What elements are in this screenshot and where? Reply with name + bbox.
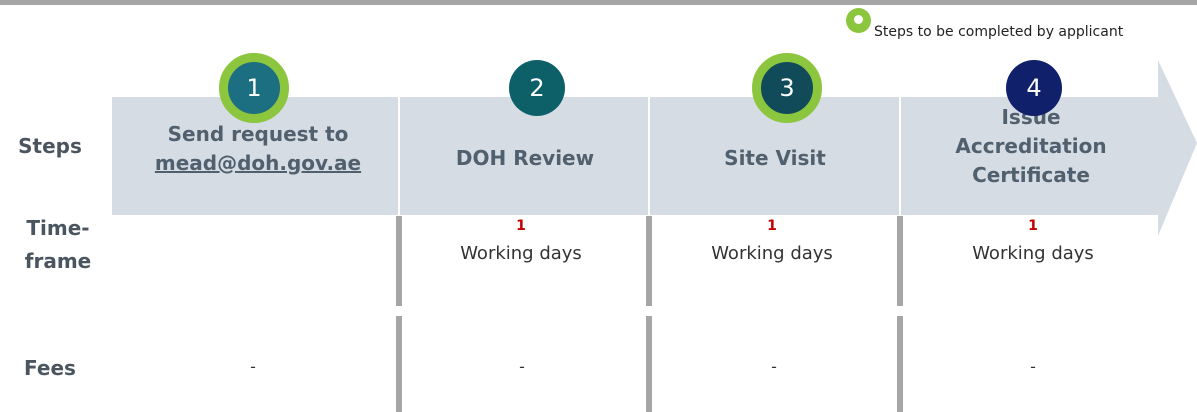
step-4-timeframe-unit: Working days	[972, 243, 1094, 264]
row-label-fees: Fees	[24, 356, 76, 380]
step-1-title: Send request to mead@doh.gov.ae	[140, 120, 376, 178]
step-separator	[899, 97, 901, 215]
timeframe-divider	[897, 216, 903, 306]
step-4-timeframe-value: 1	[1028, 218, 1038, 234]
step-1-fee: -	[250, 357, 256, 376]
row-label-steps: Steps	[18, 134, 82, 158]
step-2-fee: -	[519, 357, 525, 376]
step-1-email-link[interactable]: mead@doh.gov.ae	[140, 149, 376, 178]
step-4-badge: 4	[1006, 60, 1062, 116]
step-3-timeframe-value: 1	[767, 218, 777, 234]
fees-divider	[897, 316, 903, 412]
step-2-timeframe-value: 1	[516, 218, 526, 234]
fees-divider	[646, 316, 652, 412]
step-1-badge: 1	[219, 53, 289, 123]
step-3-badge: 3	[752, 53, 822, 123]
step-2-title: DOH Review	[455, 146, 595, 170]
step-2-badge: 2	[509, 60, 565, 116]
step-2-timeframe-unit: Working days	[460, 243, 582, 264]
timeframe-divider	[396, 216, 402, 306]
step-4-title: Issue Accreditation Certificate	[955, 105, 1107, 187]
step-3-timeframe-unit: Working days	[711, 243, 833, 264]
timeframe-divider	[646, 216, 652, 306]
process-arrow	[112, 60, 1197, 236]
step-3-fee: -	[771, 357, 777, 376]
fees-divider	[396, 316, 402, 412]
step-separator	[648, 97, 650, 215]
step-3-title: Site Visit	[724, 146, 826, 170]
step-4-fee: -	[1030, 357, 1036, 376]
step-1-title-line1: Send request to	[167, 122, 349, 146]
row-label-timeframe: Time- frame	[24, 216, 92, 273]
step-separator	[398, 97, 400, 215]
